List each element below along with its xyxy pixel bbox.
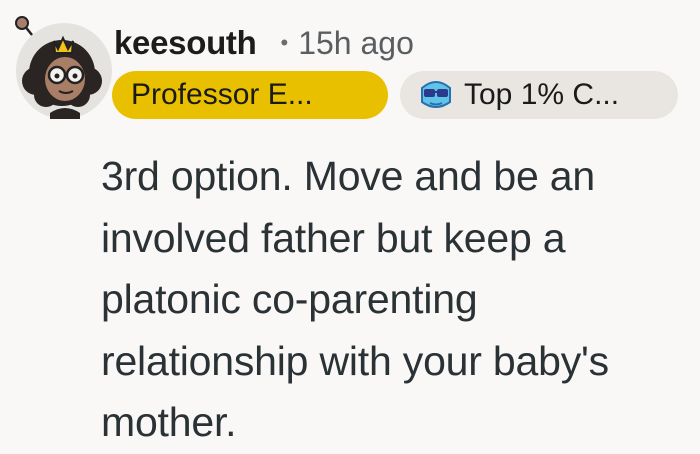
user-avatar-icon xyxy=(15,16,112,119)
user-flair-label: Professor E... xyxy=(131,78,313,111)
sunglasses-emoji-icon xyxy=(421,81,451,108)
user-flair-badge[interactable]: Professor E... xyxy=(112,71,388,119)
achievement-badge[interactable]: Top 1% C... xyxy=(400,71,678,119)
user-flairs: Professor E... Top 1% C... xyxy=(112,71,678,119)
comment-header: keesouth • 15h ago xyxy=(114,22,414,64)
username-link[interactable]: keesouth xyxy=(114,24,257,62)
comment-body: 3rd option. Move and be an involved fath… xyxy=(101,153,609,445)
comment: keesouth • 15h ago Professor E... Top 1%… xyxy=(0,0,700,454)
achievement-badge-label: Top 1% C... xyxy=(464,78,620,111)
separator-dot: • xyxy=(280,30,289,55)
avatar[interactable] xyxy=(10,13,114,121)
timestamp[interactable]: 15h ago xyxy=(298,25,414,62)
